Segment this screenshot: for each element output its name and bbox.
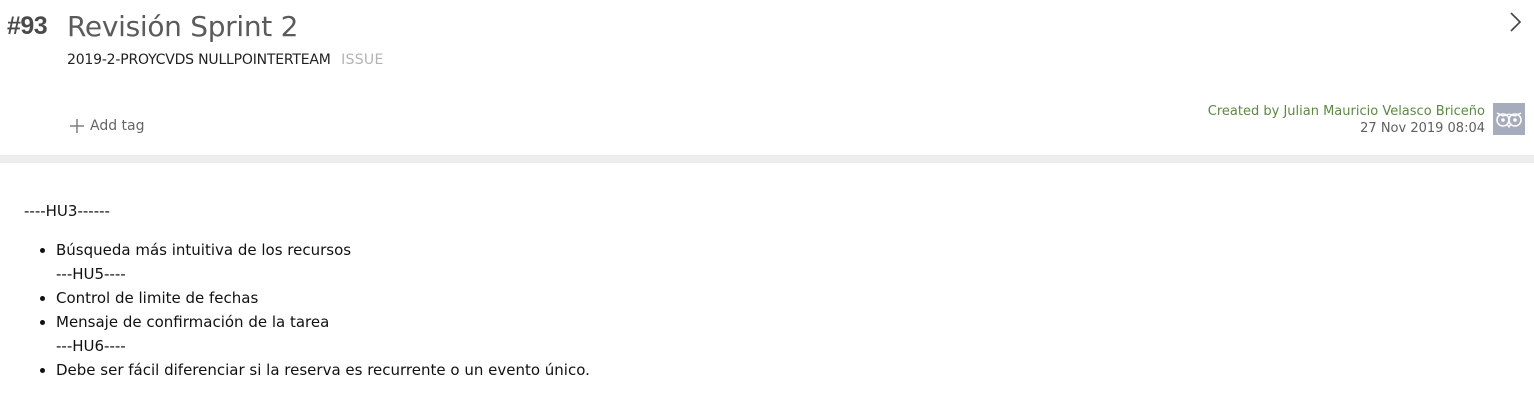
project-name[interactable]: 2019-2-PROYCVDS NULLPOINTERTEAM [67, 52, 331, 68]
list-item: Mensaje de confirmación de la tarea ---H… [56, 310, 590, 358]
project-line: 2019-2-PROYCVDS NULLPOINTERTEAM ISSUE [67, 52, 384, 68]
list-item: Control de limite de fechas [56, 286, 590, 310]
description-heading: ----HU3------ [24, 202, 110, 220]
created-date: 27 Nov 2019 08:04 [1360, 121, 1485, 136]
issue-title[interactable]: Revisión Sprint 2 [67, 10, 298, 43]
description-list: Búsqueda más intuitiva de los recursos -… [24, 238, 590, 382]
avatar[interactable] [1493, 103, 1525, 135]
chevron-right-icon [1510, 12, 1522, 32]
list-item-text: Búsqueda más intuitiva de los recursos [56, 241, 352, 259]
list-item-subheading: ---HU5---- [56, 265, 126, 283]
issue-description: ----HU3------ Búsqueda más intuitiva de … [24, 199, 590, 382]
created-by[interactable]: Created by Julian Mauricio Velasco Brice… [1208, 103, 1485, 120]
list-item: Debe ser fácil diferenciar si la reserva… [56, 358, 590, 382]
list-item: Búsqueda más intuitiva de los recursos -… [56, 238, 590, 286]
owl-icon [1496, 112, 1522, 129]
issue-ref: #93 [7, 12, 48, 40]
created-info: Created by Julian Mauricio Velasco Brice… [1208, 103, 1485, 137]
issue-header: #93 Revisión Sprint 2 2019-2-PROYCVDS NU… [0, 0, 1534, 155]
add-tag-button[interactable]: Add tag [69, 118, 145, 134]
section-divider [0, 155, 1534, 163]
next-issue-button[interactable] [1508, 10, 1524, 34]
list-item-text: Control de limite de fechas [56, 289, 259, 307]
list-item-text: Debe ser fácil diferenciar si la reserva… [56, 361, 590, 379]
issue-type-label: ISSUE [341, 52, 384, 68]
add-tag-label: Add tag [90, 118, 145, 134]
list-item-subheading: ---HU6---- [56, 337, 126, 355]
plus-icon [70, 119, 84, 133]
list-item-text: Mensaje de confirmación de la tarea [56, 313, 330, 331]
